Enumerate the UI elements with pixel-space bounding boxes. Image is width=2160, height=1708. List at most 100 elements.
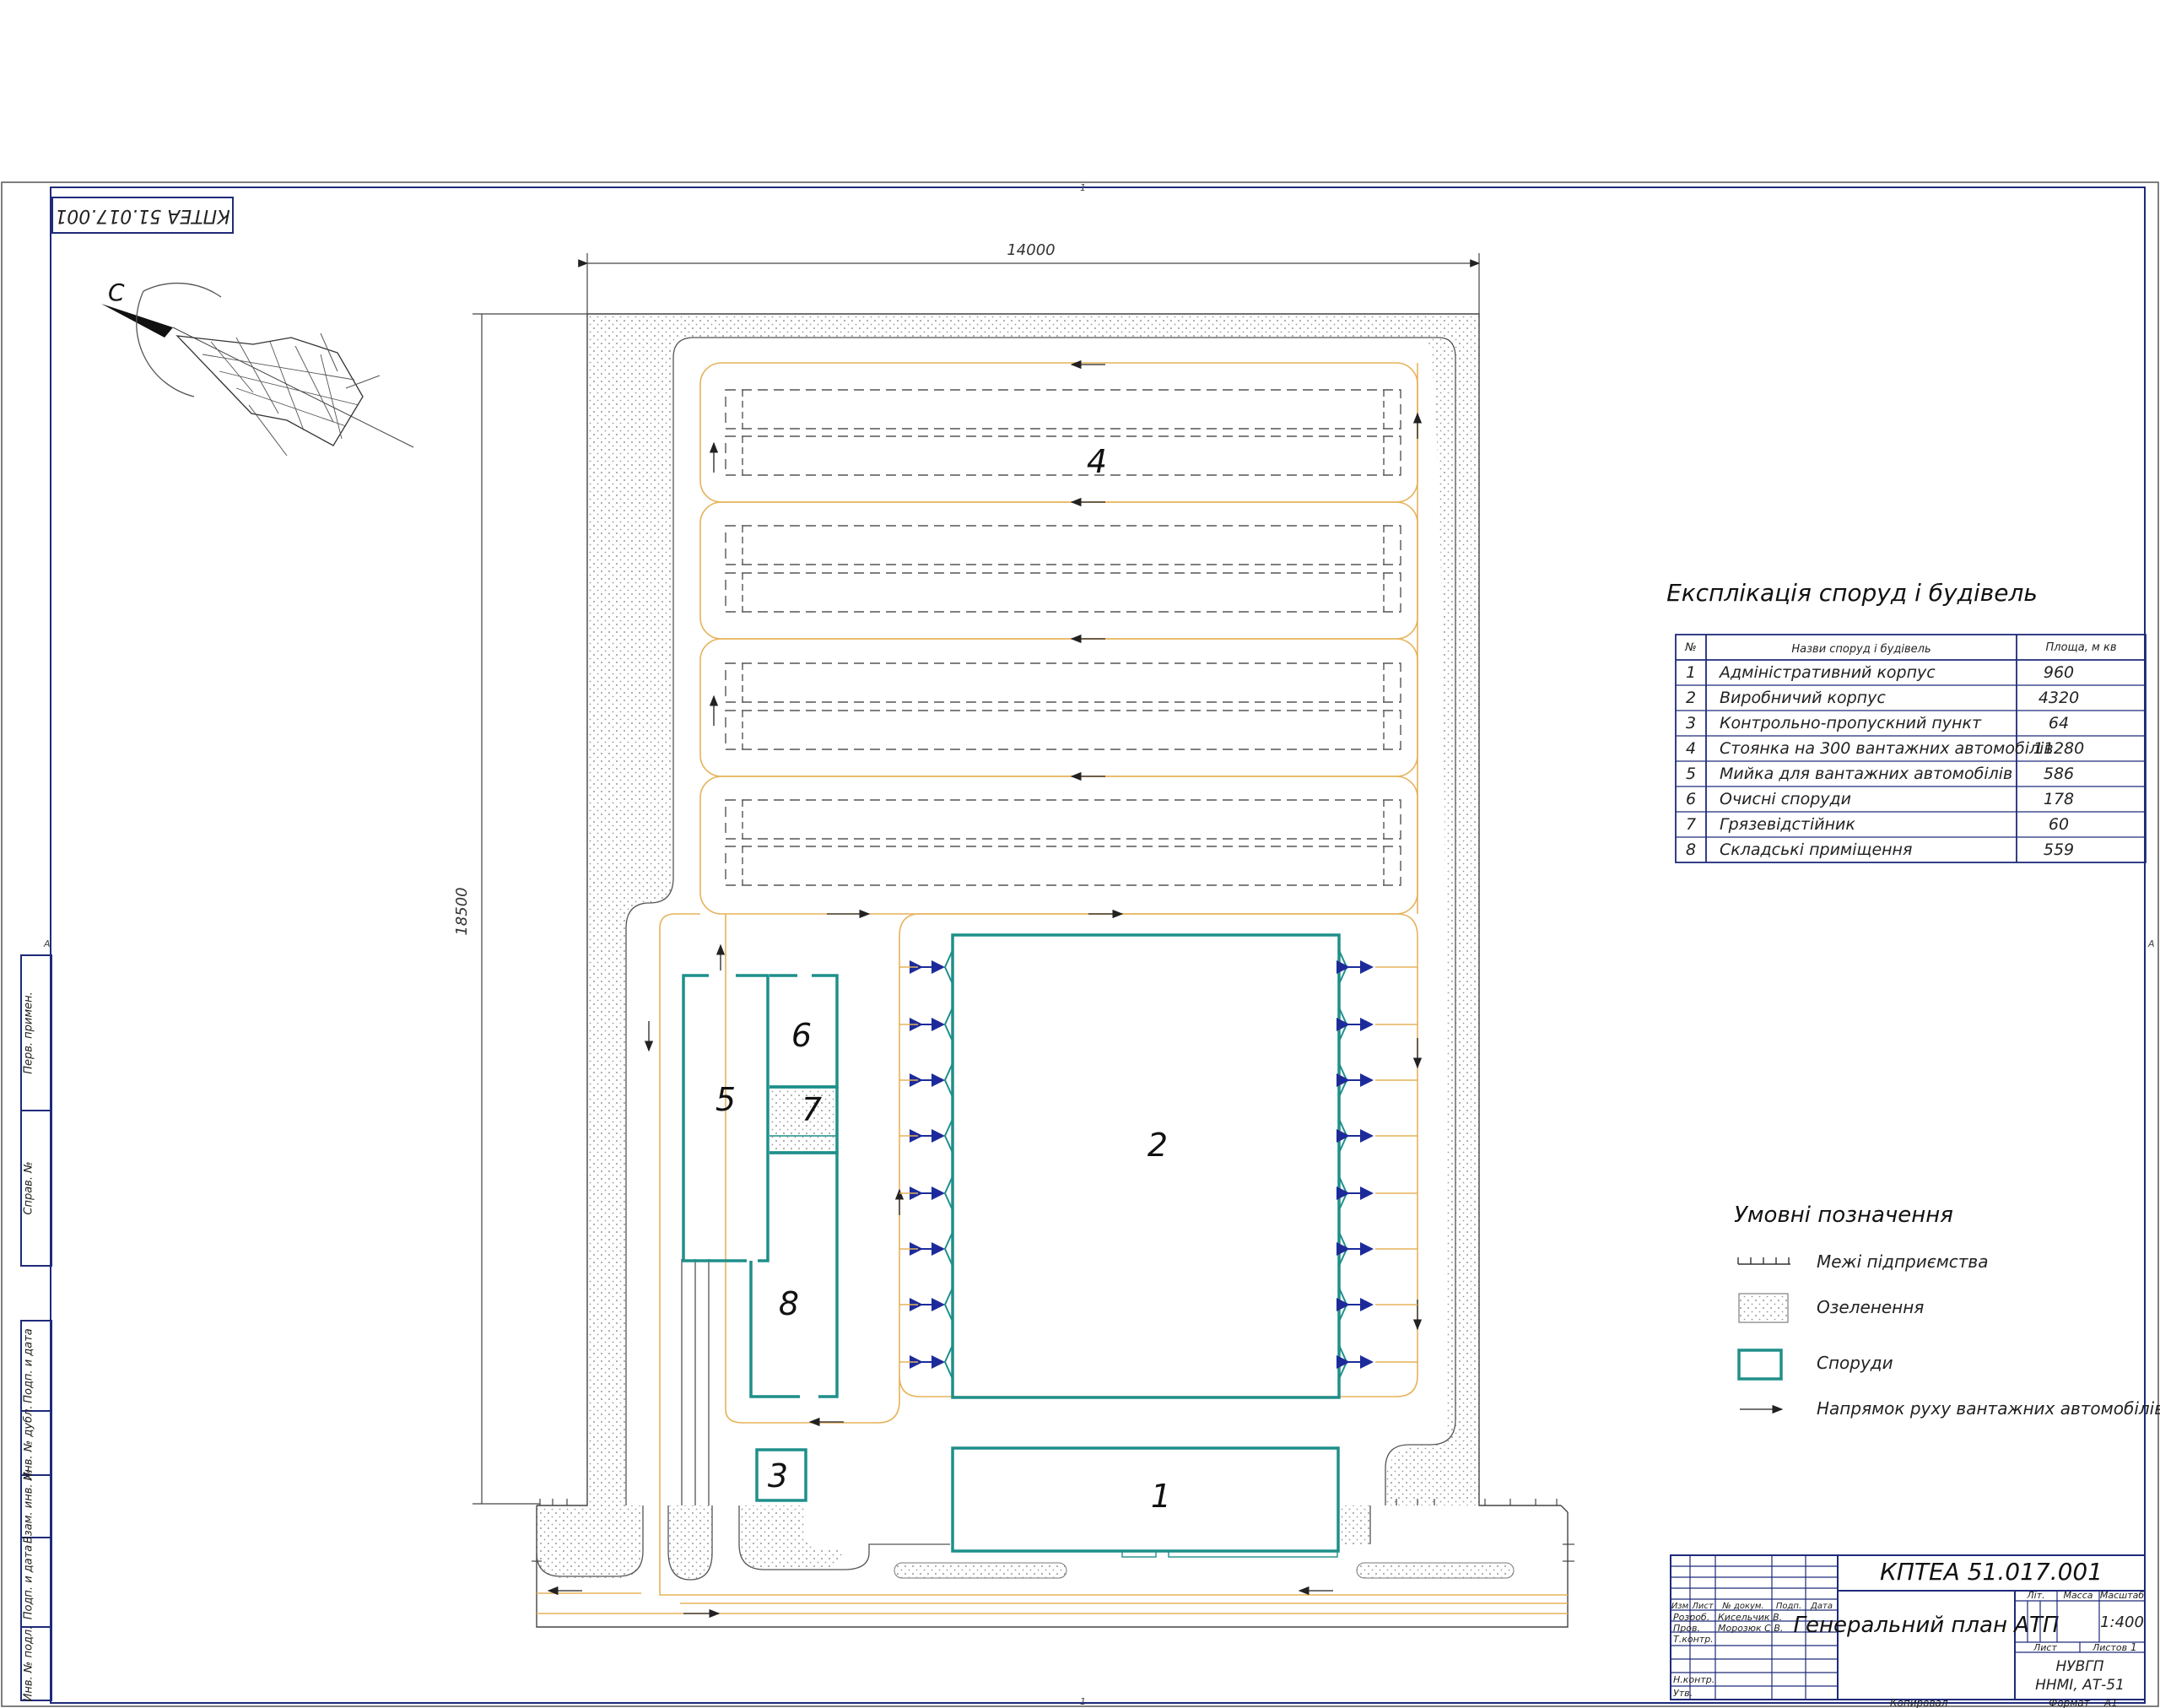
title-block: Изм Лист № докум. Подп. ДатаРозроб. Кисельчик… <box>1670 1554 2146 1708</box>
road-edges <box>536 337 1456 1581</box>
titleblock-sheet-label: Лист <box>2033 1642 2057 1653</box>
building-number: 8 <box>779 1285 799 1322</box>
titleblock-role: Н.контр. <box>1673 1674 1714 1685</box>
legend-label-boundary: Межі підприємства <box>1817 1251 1988 1272</box>
titleblock-role: Пров. <box>1673 1623 1700 1634</box>
side-strip-label: Взам. инв. № <box>23 1469 35 1543</box>
legend-buildings-symbol <box>1737 1349 1783 1381</box>
explication-row-area: 586 <box>2044 765 2074 783</box>
sheet-mark-bottom: 1 <box>1080 1696 1086 1707</box>
building-number: 7 <box>802 1091 822 1128</box>
explication-row-area: 960 <box>2044 663 2074 682</box>
dimension-height-label: 18500 <box>453 887 471 935</box>
traffic-arrows <box>547 359 1423 1619</box>
side-strip-label: Подп. и дата <box>23 1328 35 1403</box>
titleblock-person: Кисельчик В. <box>1718 1612 1782 1623</box>
explication-row-number: 8 <box>1686 840 1696 859</box>
titleblock-col-header: № докум. <box>1721 1602 1763 1611</box>
general-plan-drawing: 1 1 А А КПТЕА 51.017.001 Перв. примен. Сп… <box>1 181 2160 1708</box>
titleblock-org-1: НУВГП <box>2055 1658 2103 1675</box>
explication-header: № <box>1684 641 1697 654</box>
dimension-height <box>472 313 587 1505</box>
titleblock-code: КПТЕА 51.017.001 <box>1880 1558 2103 1586</box>
building-number: 6 <box>791 1017 812 1054</box>
explication-row-name: Складські приміщення <box>1720 840 1912 859</box>
titleblock-col-header: Дата <box>1810 1602 1833 1611</box>
explication-row-number: 7 <box>1686 815 1696 834</box>
building-number: 4 <box>1087 443 1107 480</box>
side-strip-label: Подп. и дата <box>23 1545 35 1620</box>
legend-labels: Межі підприємства Озеленення Споруди Напрям… <box>1817 1251 2160 1419</box>
explication-row-name: Виробничий корпус <box>1720 689 1886 707</box>
explication-row-name: Стоянка на 300 вантажних автомобілів <box>1720 739 2054 758</box>
explication-row-name: Контрольно-пропускний пункт <box>1720 714 1982 732</box>
sheet-mark-left: А <box>43 938 51 949</box>
side-strip-label: Инв. № подл. <box>23 1626 35 1702</box>
explication-row-number: 1 <box>1686 663 1696 682</box>
titleblock-role: Розроб. <box>1673 1612 1709 1623</box>
explication-row-area: 60 <box>2049 815 2069 834</box>
titleblock-sheets-total: 1 <box>2130 1641 2137 1653</box>
building-number: 2 <box>1148 1127 1168 1164</box>
greenery-zones <box>537 314 1515 1580</box>
titleblock-format-label: Формат <box>2049 1697 2091 1708</box>
dimension-width-label: 14000 <box>1007 241 1055 259</box>
titleblock-sheets-label: Листов <box>2092 1642 2127 1653</box>
legend-title: Умовні позначення <box>1734 1203 1953 1228</box>
titleblock-col-header: Лист <box>1691 1602 1714 1611</box>
explication-row-name: Очисні споруди <box>1720 790 1851 808</box>
building-number: 1 <box>1151 1478 1171 1515</box>
explication-row-number: 5 <box>1686 765 1696 783</box>
titleblock-col-header: Подп. <box>1776 1602 1801 1611</box>
explication-row-number: 4 <box>1686 739 1696 758</box>
legend-symbols <box>1737 1257 1790 1414</box>
titleblock-format: А1 <box>2103 1697 2118 1708</box>
side-strip-label: Справ. № <box>23 1161 35 1214</box>
titleblock-role: Т.контр. <box>1673 1634 1714 1645</box>
explication-row-area: 64 <box>2049 714 2069 732</box>
titleblock-scale-label: Масштаб <box>2100 1590 2144 1601</box>
explication-row-area: 559 <box>2044 840 2074 859</box>
titleblock-copied: Копировал <box>1890 1697 1948 1708</box>
building-number: 3 <box>768 1457 788 1494</box>
titleblock-role: Утв. <box>1673 1688 1693 1699</box>
dimension-width <box>578 253 1481 314</box>
legend-label-greenery: Озеленення <box>1817 1297 1924 1317</box>
rotated-code-stamp: КПТЕА 51.017.001 <box>51 197 234 234</box>
explication-row-name: Адміністративний корпус <box>1718 663 1936 682</box>
side-strip-labels: Перв. примен. Справ. № Подп. и дата Инв. № … <box>23 992 35 1701</box>
explication-header: Площа, м кв <box>2046 641 2117 654</box>
rotated-code-text: КПТЕА 51.017.001 <box>55 205 230 226</box>
legend-label-buildings: Споруди <box>1817 1353 1893 1373</box>
explication-row-area: 4320 <box>2038 689 2079 707</box>
titleblock-title: Генеральний план АТП <box>1794 1613 2060 1638</box>
building-8-storage <box>749 1151 839 1398</box>
explication-row-number: 6 <box>1686 790 1696 808</box>
explication-row-number: 3 <box>1686 714 1696 732</box>
explication-row-area: 178 <box>2044 790 2074 808</box>
titleblock-person: Морозюк С.В. <box>1718 1623 1783 1634</box>
titleblock-col-header: Изм <box>1671 1602 1689 1611</box>
legend-greenery-symbol <box>1738 1293 1789 1323</box>
building-numbers: 1 2 3 4 5 6 7 8 <box>716 443 1171 1515</box>
building-2-production <box>951 933 1341 1399</box>
building-number: 5 <box>716 1081 736 1118</box>
titleblock-org-2: ННМІ, АТ-51 <box>2035 1677 2125 1694</box>
building-1-admin <box>951 1446 1340 1553</box>
explication-row-area: 11280 <box>2033 739 2084 758</box>
explication-table: № Назви споруд і будівель Площа, м кв 1 Адмі… <box>1675 634 2146 863</box>
north-arrow: С <box>101 278 414 457</box>
explication-row-name: Мийка для вантажних автомобілів <box>1720 765 2012 783</box>
legend-boundary-symbol <box>1737 1257 1790 1265</box>
sheet-mark-top: 1 <box>1080 182 1086 193</box>
explication-row-name: Грязевідстійник <box>1720 815 1855 834</box>
parking-rows <box>725 389 1401 886</box>
traffic-lanes <box>537 362 1568 1614</box>
explication-title: Експлікація споруд і будівель <box>1666 579 2038 607</box>
explication-header: Назви споруд і будівель <box>1791 643 1930 656</box>
side-strip-label: Перв. примен. <box>23 992 35 1074</box>
titleblock-lit-label: Літ. <box>2026 1590 2044 1601</box>
explication-row-number: 2 <box>1686 689 1696 707</box>
titleblock-scale: 1:400 <box>2100 1613 2144 1631</box>
north-label: С <box>108 278 125 306</box>
